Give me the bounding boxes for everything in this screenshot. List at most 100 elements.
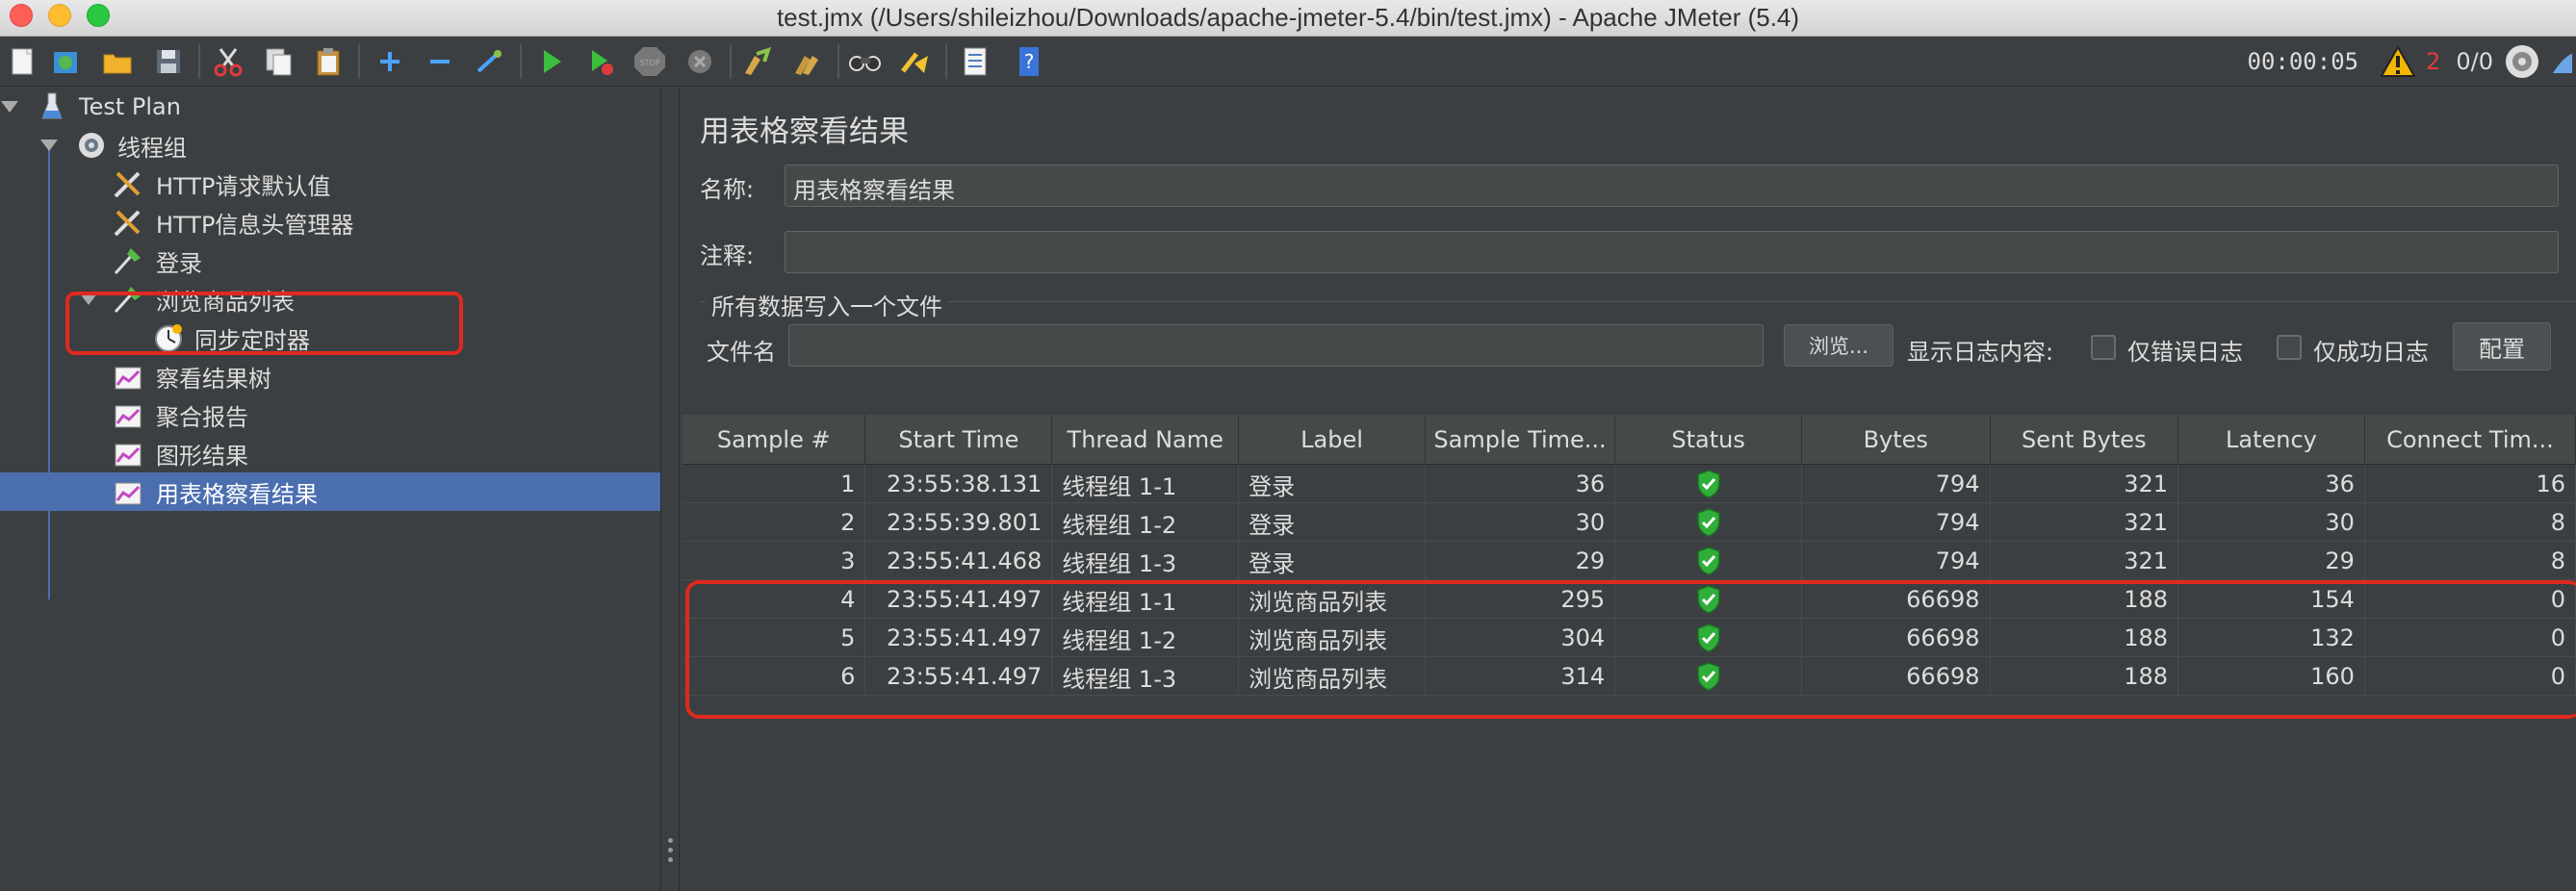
table-cell: 登录 <box>1239 542 1426 580</box>
reset-search-icon[interactable] <box>897 43 934 80</box>
tree-item-label: HTTP请求默认值 <box>156 172 331 200</box>
cut-icon[interactable] <box>210 43 246 80</box>
thread-group-icon <box>75 130 106 161</box>
tree-item-aggregate-report[interactable]: 聚合报告 <box>0 395 660 434</box>
collapse-arrow-icon[interactable] <box>1 101 18 113</box>
table-cell: 29 <box>1426 542 1616 580</box>
comment-field[interactable] <box>785 231 2559 273</box>
table-row[interactable]: 3 23:55:41.468 线程组 1-3 登录 29 794 321 29 8 <box>683 542 2576 580</box>
column-header[interactable]: Connect Tim... <box>2365 415 2576 465</box>
warning-count: 2 <box>2426 48 2441 75</box>
tree-item-label: 聚合报告 <box>156 403 248 431</box>
table-cell: 2 <box>683 503 866 542</box>
tree-item-test-plan[interactable]: Test Plan <box>0 88 660 126</box>
table-row[interactable]: 1 23:55:38.131 线程组 1-1 登录 36 794 321 36 16 <box>683 465 2576 503</box>
tree-item-thread-group[interactable]: 线程组 <box>0 126 660 165</box>
status-ok-icon <box>1615 465 1802 503</box>
table-cell: 23:55:39.801 <box>865 503 1053 542</box>
filename-field[interactable] <box>788 324 1764 367</box>
tree-item-login-sampler[interactable]: 登录 <box>0 242 660 280</box>
panel-splitter[interactable] <box>660 88 680 891</box>
configure-button[interactable]: 配置 <box>2453 322 2551 370</box>
toolbar: STOP ? 00:00:05 2 0/0 <box>0 37 2576 87</box>
status-ok-icon <box>1615 503 1802 542</box>
listener-icon <box>112 361 142 392</box>
status-ok-icon <box>1615 542 1802 580</box>
name-label: 名称: <box>700 176 755 203</box>
test-plan-icon <box>37 91 67 122</box>
table-cell: 线程组 1-1 <box>1052 465 1240 503</box>
copy-icon[interactable] <box>260 43 296 80</box>
new-icon[interactable] <box>4 43 40 80</box>
name-field[interactable]: 用表格察看结果 <box>785 165 2559 207</box>
column-header[interactable]: Start Time <box>865 415 1053 465</box>
collapse-all-icon[interactable] <box>422 43 458 80</box>
table-cell: 794 <box>1802 465 1991 503</box>
listener-icon <box>112 438 142 469</box>
stop-icon[interactable]: STOP <box>631 43 668 80</box>
open-icon[interactable] <box>100 43 137 80</box>
table-cell: 线程组 1-2 <box>1052 503 1240 542</box>
templates-icon[interactable] <box>48 43 85 80</box>
table-cell: 30 <box>2178 503 2365 542</box>
table-cell: 16 <box>2365 465 2576 503</box>
expand-all-icon[interactable] <box>372 43 408 80</box>
remote-status-icon <box>2503 42 2541 81</box>
tree-item-http-defaults[interactable]: HTTP请求默认值 <box>0 165 660 203</box>
elapsed-timer: 00:00:05 <box>2247 48 2359 75</box>
table-cell: 登录 <box>1239 503 1426 542</box>
table-cell: 29 <box>2178 542 2365 580</box>
table-cell: 线程组 1-3 <box>1052 542 1240 580</box>
column-header[interactable]: Status <box>1615 415 1802 465</box>
start-icon[interactable] <box>533 43 570 80</box>
window-titlebar: test.jmx (/Users/shileizhou/Downloads/ap… <box>0 0 2576 37</box>
tree-item-graph-results[interactable]: 图形结果 <box>0 434 660 472</box>
warning-icon[interactable] <box>2380 45 2416 78</box>
help-icon[interactable]: ? <box>1011 43 1047 80</box>
errors-only-checkbox[interactable] <box>2091 335 2116 360</box>
collapse-arrow-icon[interactable] <box>40 140 58 151</box>
toggle-icon[interactable] <box>472 43 508 80</box>
column-header[interactable]: Bytes <box>1802 415 1991 465</box>
splitter-grip-icon[interactable] <box>668 838 674 867</box>
browse-button[interactable]: 浏览... <box>1784 324 1893 367</box>
config-element-icon <box>112 168 142 199</box>
success-only-label: 仅成功日志 <box>2313 339 2429 366</box>
filename-label: 文件名 <box>707 339 776 366</box>
start-no-pause-icon[interactable] <box>583 43 620 80</box>
column-header[interactable]: Label <box>1239 415 1426 465</box>
clear-icon[interactable] <box>739 43 776 80</box>
table-row[interactable]: 2 23:55:39.801 线程组 1-2 登录 30 794 321 30 8 <box>683 503 2576 542</box>
table-cell: 8 <box>2365 503 2576 542</box>
errors-only-label: 仅错误日志 <box>2127 339 2243 366</box>
table-cell: 36 <box>1426 465 1616 503</box>
table-cell: 794 <box>1802 542 1991 580</box>
column-header[interactable]: Sample # <box>683 415 866 465</box>
column-header[interactable]: Latency <box>2178 415 2365 465</box>
listener-icon <box>112 399 142 430</box>
table-header: Sample # Start Time Thread Name Label Sample… <box>683 415 2576 465</box>
column-header[interactable]: Sent Bytes <box>1991 415 2179 465</box>
tree-item-label: 线程组 <box>117 134 187 162</box>
annotation-highlight-box <box>685 580 2576 719</box>
tree-item-label: 用表格察看结果 <box>156 480 318 508</box>
table-cell: 36 <box>2178 465 2365 503</box>
clear-all-icon[interactable] <box>789 43 826 80</box>
results-table-panel: 用表格察看结果 名称: 用表格察看结果 注释: 所有数据写入一个文件 文件名 浏… <box>681 88 2576 891</box>
shutdown-icon[interactable] <box>682 43 718 80</box>
tree-item-view-results-tree[interactable]: 察看结果树 <box>0 357 660 395</box>
column-header[interactable]: Sample Time... <box>1426 415 1616 465</box>
table-cell: 321 <box>1991 542 2179 580</box>
paste-icon[interactable] <box>310 43 347 80</box>
success-only-checkbox[interactable] <box>2277 335 2302 360</box>
active-threads: 0/0 <box>2456 48 2493 75</box>
tree-item-header-manager[interactable]: HTTP信息头管理器 <box>0 203 660 242</box>
save-icon[interactable] <box>150 43 187 80</box>
column-header[interactable]: Thread Name <box>1052 415 1240 465</box>
log-viewer-icon[interactable] <box>2551 44 2572 79</box>
tree-item-label: 图形结果 <box>156 442 248 470</box>
search-icon[interactable] <box>847 43 884 80</box>
table-cell: 23:55:38.131 <box>865 465 1053 503</box>
function-helper-icon[interactable] <box>957 43 993 80</box>
tree-item-view-results-table[interactable]: 用表格察看结果 <box>0 472 660 511</box>
